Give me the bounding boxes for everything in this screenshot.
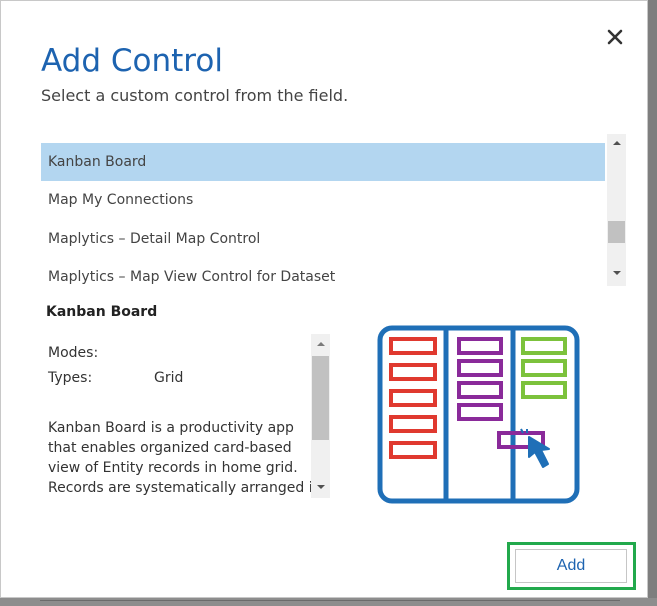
list-item-maplytics-map-view[interactable]: Maplytics – Map View Control for Dataset [41, 258, 605, 286]
add-button[interactable]: Add [515, 549, 627, 583]
description-line: Records are systematically arranged in [48, 480, 322, 496]
list-item-label: Maplytics – Map View Control for Dataset [48, 269, 336, 285]
scroll-down-arrow-icon[interactable] [311, 480, 330, 496]
detail-description: Modes: Types: Grid Kanban Board is a pro… [41, 334, 331, 498]
scroll-up-arrow-icon[interactable] [311, 337, 330, 353]
description-line: view of Entity records in home grid. [48, 460, 298, 476]
kanban-board-illustration [377, 325, 581, 511]
control-list: Kanban Board Map My Connections Maplytic… [41, 134, 627, 286]
list-scrollbar[interactable] [607, 134, 626, 286]
scroll-up-arrow-icon[interactable] [607, 136, 626, 152]
description-scrollbar[interactable] [311, 334, 330, 498]
list-item-map-my-connections[interactable]: Map My Connections [41, 181, 605, 219]
modes-label: Modes: [48, 345, 99, 361]
dialog-subtitle: Select a custom control from the field. [41, 86, 349, 105]
description-line: Kanban Board is a productivity app [48, 420, 294, 436]
scroll-thumb[interactable] [608, 221, 625, 243]
list-item-label: Kanban Board [48, 154, 147, 170]
list-item-label: Maplytics – Detail Map Control [48, 231, 261, 247]
scroll-down-arrow-icon[interactable] [607, 266, 626, 282]
background-overlay [0, 598, 657, 606]
types-label: Types: [48, 370, 93, 386]
list-item-kanban-board[interactable]: Kanban Board [41, 143, 605, 181]
detail-title: Kanban Board [46, 304, 158, 320]
close-button[interactable] [603, 25, 627, 49]
add-control-dialog: Add Control Select a custom control from… [0, 0, 648, 598]
list-item-maplytics-detail[interactable]: Maplytics – Detail Map Control [41, 220, 605, 258]
scroll-thumb[interactable] [312, 356, 329, 440]
close-icon [607, 29, 623, 45]
list-item-label: Map My Connections [48, 192, 194, 208]
background-overlay [648, 0, 657, 606]
dialog-title: Add Control [41, 43, 223, 79]
description-line: that enables organized card-based [48, 440, 292, 456]
types-value: Grid [154, 370, 184, 386]
